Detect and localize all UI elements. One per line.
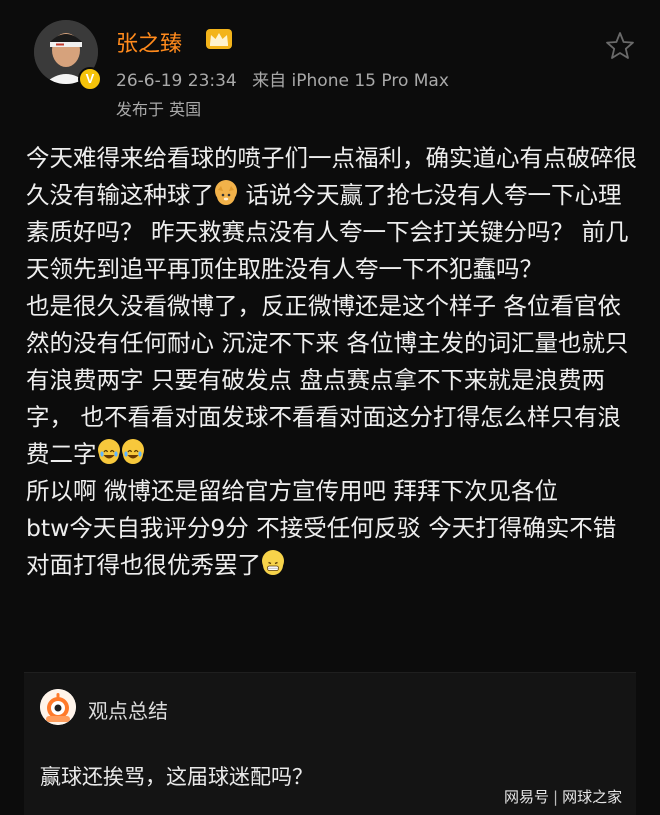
doge-emoji-icon bbox=[215, 180, 237, 205]
post-text-part-3: 所以啊 微博还是留给官方宣传用吧 拜拜下次见各位 btw今天自我评分9分 不接受… bbox=[26, 477, 617, 579]
star-icon[interactable] bbox=[604, 30, 636, 62]
watermark: 网易号 | 网球之家 bbox=[504, 786, 622, 807]
post-text-part-2: 话说今天赢了抢七没有人夸一下心理素质好吗？ 昨天救赛点没有人夸一下会打关键分吗？… bbox=[26, 181, 629, 468]
watermark-separator: | bbox=[553, 788, 559, 806]
laugh-emoji-icon bbox=[121, 439, 144, 464]
laugh-emoji-icon bbox=[97, 439, 120, 464]
post-body: 今天难得来给看球的喷子们一点福利，确实道心有点破碎很久没有输这种球了 话说今天赢… bbox=[26, 140, 640, 584]
username[interactable]: 张之臻 bbox=[116, 26, 182, 58]
verified-badge-icon: V bbox=[78, 67, 102, 91]
post-time: 26-6-19 23:34 bbox=[116, 71, 237, 91]
watermark-right: 网球之家 bbox=[562, 788, 623, 806]
grin-emoji-icon bbox=[262, 550, 284, 575]
crown-icon bbox=[206, 29, 232, 49]
post-header: V 张之臻 26-6-19 23:34 来自 iPhone 15 Pro Max… bbox=[0, 0, 660, 130]
summary-text: 赢球还挨骂，这届球迷配吗？ bbox=[40, 765, 313, 789]
post-meta: 26-6-19 23:34 来自 iPhone 15 Pro Max bbox=[116, 66, 459, 91]
summary-title: 观点总结 bbox=[88, 699, 168, 723]
robot-avatar-icon bbox=[40, 689, 76, 725]
post-location: 发布于 英国 bbox=[116, 100, 202, 119]
post-source[interactable]: 来自 iPhone 15 Pro Max bbox=[252, 71, 449, 91]
watermark-left: 网易号 bbox=[504, 788, 550, 806]
